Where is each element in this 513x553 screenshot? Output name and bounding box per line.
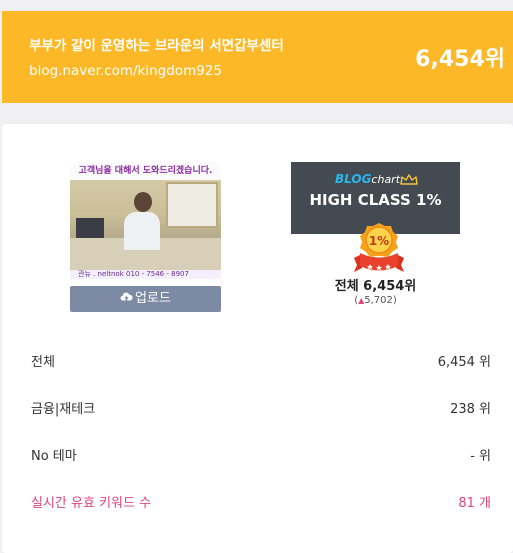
stat-label: 금융|재테크: [31, 402, 96, 417]
upload-label: 업로드: [135, 291, 171, 306]
stat-row-total: 전체 6,454 위: [31, 352, 491, 374]
photo-person-head: [134, 192, 152, 212]
profile-photo: 고객님을 대해서 도와드리겠습니다. 관뉴 . neltnok 010 - 75…: [70, 162, 221, 279]
stat-value: - 위: [470, 449, 491, 464]
stats-card: 고객님을 대해서 도와드리겠습니다. 관뉴 . neltnok 010 - 75…: [2, 124, 513, 553]
stat-value: 238 위: [450, 402, 491, 417]
rank-change: (▲5,702): [354, 295, 397, 306]
stat-row-no-theme: No 테마 - 위: [31, 446, 491, 468]
photo-footer-text: 관뉴 . neltnok 010 - 7546 - 8907: [70, 270, 221, 279]
stat-value: 6,454 위: [437, 355, 491, 370]
stat-row-keywords[interactable]: 실시간 유효 키워드 수 81 개: [31, 493, 491, 515]
overall-rank: 6,454위: [415, 47, 505, 72]
blog-url[interactable]: blog.naver.com/kingdom925: [29, 63, 222, 79]
crown-icon: [400, 170, 418, 189]
blogchart-logo: BLOGchart: [335, 172, 401, 186]
stat-label: No 테마: [31, 449, 77, 464]
photo-banner-text: 고객님을 대해서 도와드리겠습니다.: [70, 162, 221, 180]
stat-label: 실시간 유효 키워드 수: [31, 496, 152, 511]
photo-person-body: [124, 212, 160, 250]
cloud-upload-icon: [120, 286, 133, 312]
svg-text:1%: 1%: [369, 234, 389, 248]
upload-button[interactable]: 업로드: [70, 286, 221, 312]
blog-header: 부부가 같이 운영하는 브라운의 서면갑부센터 blog.naver.com/k…: [2, 11, 513, 103]
medal-icon: 1%: [346, 220, 412, 280]
stat-label: 전체: [31, 355, 55, 370]
photo-window: [166, 182, 218, 228]
high-class-label: HIGH CLASS 1%: [309, 191, 442, 209]
stat-value: 81 개: [458, 496, 491, 511]
total-rank-label: 전체 6,454위: [334, 279, 417, 294]
blog-title[interactable]: 부부가 같이 운영하는 브라운의 서면갑부센터: [29, 34, 284, 54]
stat-row-finance: 금융|재테크 238 위: [31, 399, 491, 421]
